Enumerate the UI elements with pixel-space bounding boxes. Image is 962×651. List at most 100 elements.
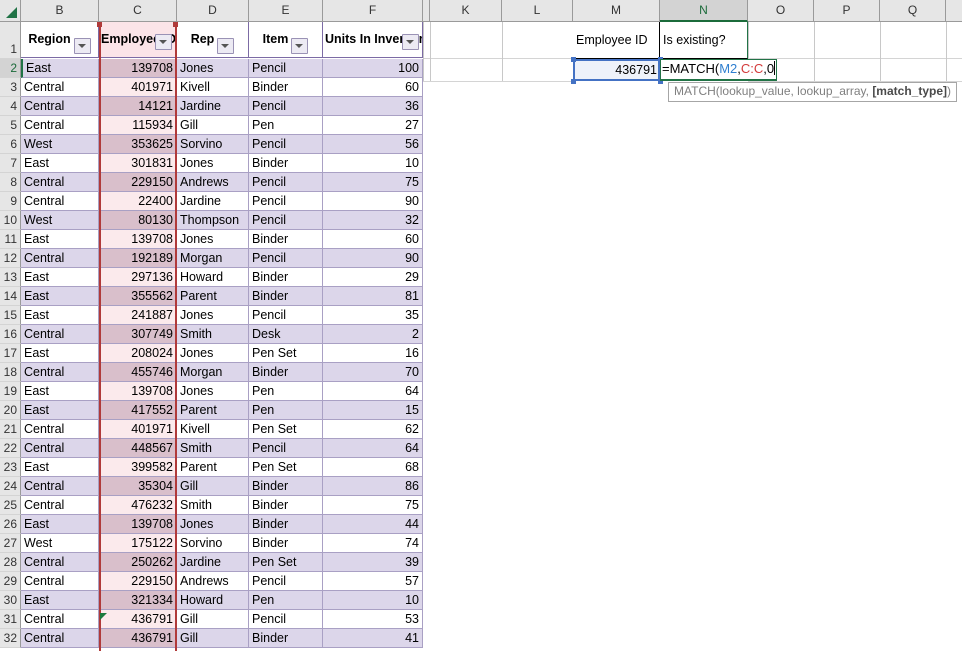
cell-units-27[interactable]: 74 (323, 534, 423, 553)
side-header-employee-id[interactable]: Employee ID (573, 22, 660, 59)
row-header-32[interactable]: 32 (0, 629, 21, 648)
row-header-27[interactable]: 27 (0, 534, 21, 553)
cell-region-11[interactable]: East (21, 230, 99, 249)
row-header-12[interactable]: 12 (0, 249, 21, 268)
cell-item-15[interactable]: Pencil (249, 306, 323, 325)
column-header-O[interactable]: O (748, 0, 814, 21)
cell-employee-id-25[interactable]: 476232 (99, 496, 177, 515)
cell-region-15[interactable]: East (21, 306, 99, 325)
filter-dropdown-icon[interactable] (155, 34, 172, 50)
cell-rep-23[interactable]: Parent (177, 458, 249, 477)
filter-dropdown-icon[interactable] (217, 38, 234, 54)
cell-item-27[interactable]: Binder (249, 534, 323, 553)
cell-item-16[interactable]: Desk (249, 325, 323, 344)
cell-item-11[interactable]: Binder (249, 230, 323, 249)
cell-employee-id-18[interactable]: 455746 (99, 363, 177, 382)
row-header-1[interactable]: 1 (0, 22, 21, 59)
cell-units-24[interactable]: 86 (323, 477, 423, 496)
cell-employee-id-32[interactable]: 436791 (99, 629, 177, 648)
cell-employee-id-27[interactable]: 175122 (99, 534, 177, 553)
column-header-D[interactable]: D (177, 0, 249, 21)
cell-employee-id-30[interactable]: 321334 (99, 591, 177, 610)
cell-region-10[interactable]: West (21, 211, 99, 230)
cell-region-30[interactable]: East (21, 591, 99, 610)
reference-handle-topleft[interactable] (97, 22, 102, 27)
cell-employee-id-26[interactable]: 139708 (99, 515, 177, 534)
cell-rep-26[interactable]: Jones (177, 515, 249, 534)
table-header-region[interactable]: Region (21, 22, 99, 58)
cell-units-22[interactable]: 64 (323, 439, 423, 458)
cell-item-32[interactable]: Binder (249, 629, 323, 648)
cell-item-7[interactable]: Binder (249, 154, 323, 173)
cell-rep-11[interactable]: Jones (177, 230, 249, 249)
column-header-B[interactable]: B (21, 0, 99, 21)
cell-units-6[interactable]: 56 (323, 135, 423, 154)
cell-units-10[interactable]: 32 (323, 211, 423, 230)
cell-region-17[interactable]: East (21, 344, 99, 363)
cell-rep-24[interactable]: Gill (177, 477, 249, 496)
cell-region-3[interactable]: Central (21, 78, 99, 97)
cell-employee-id-17[interactable]: 208024 (99, 344, 177, 363)
cell-region-23[interactable]: East (21, 458, 99, 477)
cell-units-23[interactable]: 68 (323, 458, 423, 477)
cell-region-4[interactable]: Central (21, 97, 99, 116)
column-header-hidden-gap[interactable] (423, 0, 430, 21)
cell-rep-2[interactable]: Jones (177, 59, 249, 78)
cell-employee-id-12[interactable]: 192189 (99, 249, 177, 268)
filter-dropdown-icon[interactable] (74, 38, 91, 54)
cell-units-4[interactable]: 36 (323, 97, 423, 116)
row-header-30[interactable]: 30 (0, 591, 21, 610)
cell-units-5[interactable]: 27 (323, 116, 423, 135)
row-header-5[interactable]: 5 (0, 116, 21, 135)
formula-edit-cell-n2[interactable]: =MATCH(M2,C:C,0 (660, 59, 777, 81)
table-header-units[interactable]: Units In Inventory (323, 22, 423, 58)
cell-item-25[interactable]: Binder (249, 496, 323, 515)
cell-units-2[interactable]: 100 (323, 59, 423, 78)
row-header-6[interactable]: 6 (0, 135, 21, 154)
cell-employee-id-3[interactable]: 401971 (99, 78, 177, 97)
row-header-7[interactable]: 7 (0, 154, 21, 173)
select-all-corner[interactable] (0, 0, 21, 21)
cell-region-7[interactable]: East (21, 154, 99, 173)
cell-rep-29[interactable]: Andrews (177, 572, 249, 591)
cell-employee-id-28[interactable]: 250262 (99, 553, 177, 572)
cell-rep-22[interactable]: Smith (177, 439, 249, 458)
cell-item-13[interactable]: Binder (249, 268, 323, 287)
selection-handle-bl[interactable] (571, 79, 576, 84)
cell-units-31[interactable]: 53 (323, 610, 423, 629)
cell-employee-id-22[interactable]: 448567 (99, 439, 177, 458)
column-header-E[interactable]: E (249, 0, 323, 21)
cell-units-28[interactable]: 39 (323, 553, 423, 572)
cell-rep-10[interactable]: Thompson (177, 211, 249, 230)
cell-region-13[interactable]: East (21, 268, 99, 287)
cell-region-14[interactable]: East (21, 287, 99, 306)
cell-units-21[interactable]: 62 (323, 420, 423, 439)
cell-rep-5[interactable]: Gill (177, 116, 249, 135)
cell-rep-16[interactable]: Smith (177, 325, 249, 344)
cell-employee-id-4[interactable]: 14121 (99, 97, 177, 116)
cell-employee-id-13[interactable]: 297136 (99, 268, 177, 287)
cell-item-26[interactable]: Binder (249, 515, 323, 534)
column-header-P[interactable]: P (814, 0, 880, 21)
cell-employee-id-7[interactable]: 301831 (99, 154, 177, 173)
cell-region-27[interactable]: West (21, 534, 99, 553)
side-header-is-existing[interactable]: Is existing? (660, 22, 748, 59)
cell-units-8[interactable]: 75 (323, 173, 423, 192)
cell-rep-32[interactable]: Gill (177, 629, 249, 648)
cell-rep-27[interactable]: Sorvino (177, 534, 249, 553)
row-header-19[interactable]: 19 (0, 382, 21, 401)
cell-item-20[interactable]: Pen (249, 401, 323, 420)
cell-units-3[interactable]: 60 (323, 78, 423, 97)
row-header-23[interactable]: 23 (0, 458, 21, 477)
cell-rep-20[interactable]: Parent (177, 401, 249, 420)
cell-region-25[interactable]: Central (21, 496, 99, 515)
cell-rep-9[interactable]: Jardine (177, 192, 249, 211)
cell-rep-28[interactable]: Jardine (177, 553, 249, 572)
cell-item-28[interactable]: Pen Set (249, 553, 323, 572)
cell-item-23[interactable]: Pen Set (249, 458, 323, 477)
column-header-K[interactable]: K (430, 0, 502, 21)
cell-employee-id-23[interactable]: 399582 (99, 458, 177, 477)
row-header-16[interactable]: 16 (0, 325, 21, 344)
cell-region-9[interactable]: Central (21, 192, 99, 211)
cell-units-9[interactable]: 90 (323, 192, 423, 211)
